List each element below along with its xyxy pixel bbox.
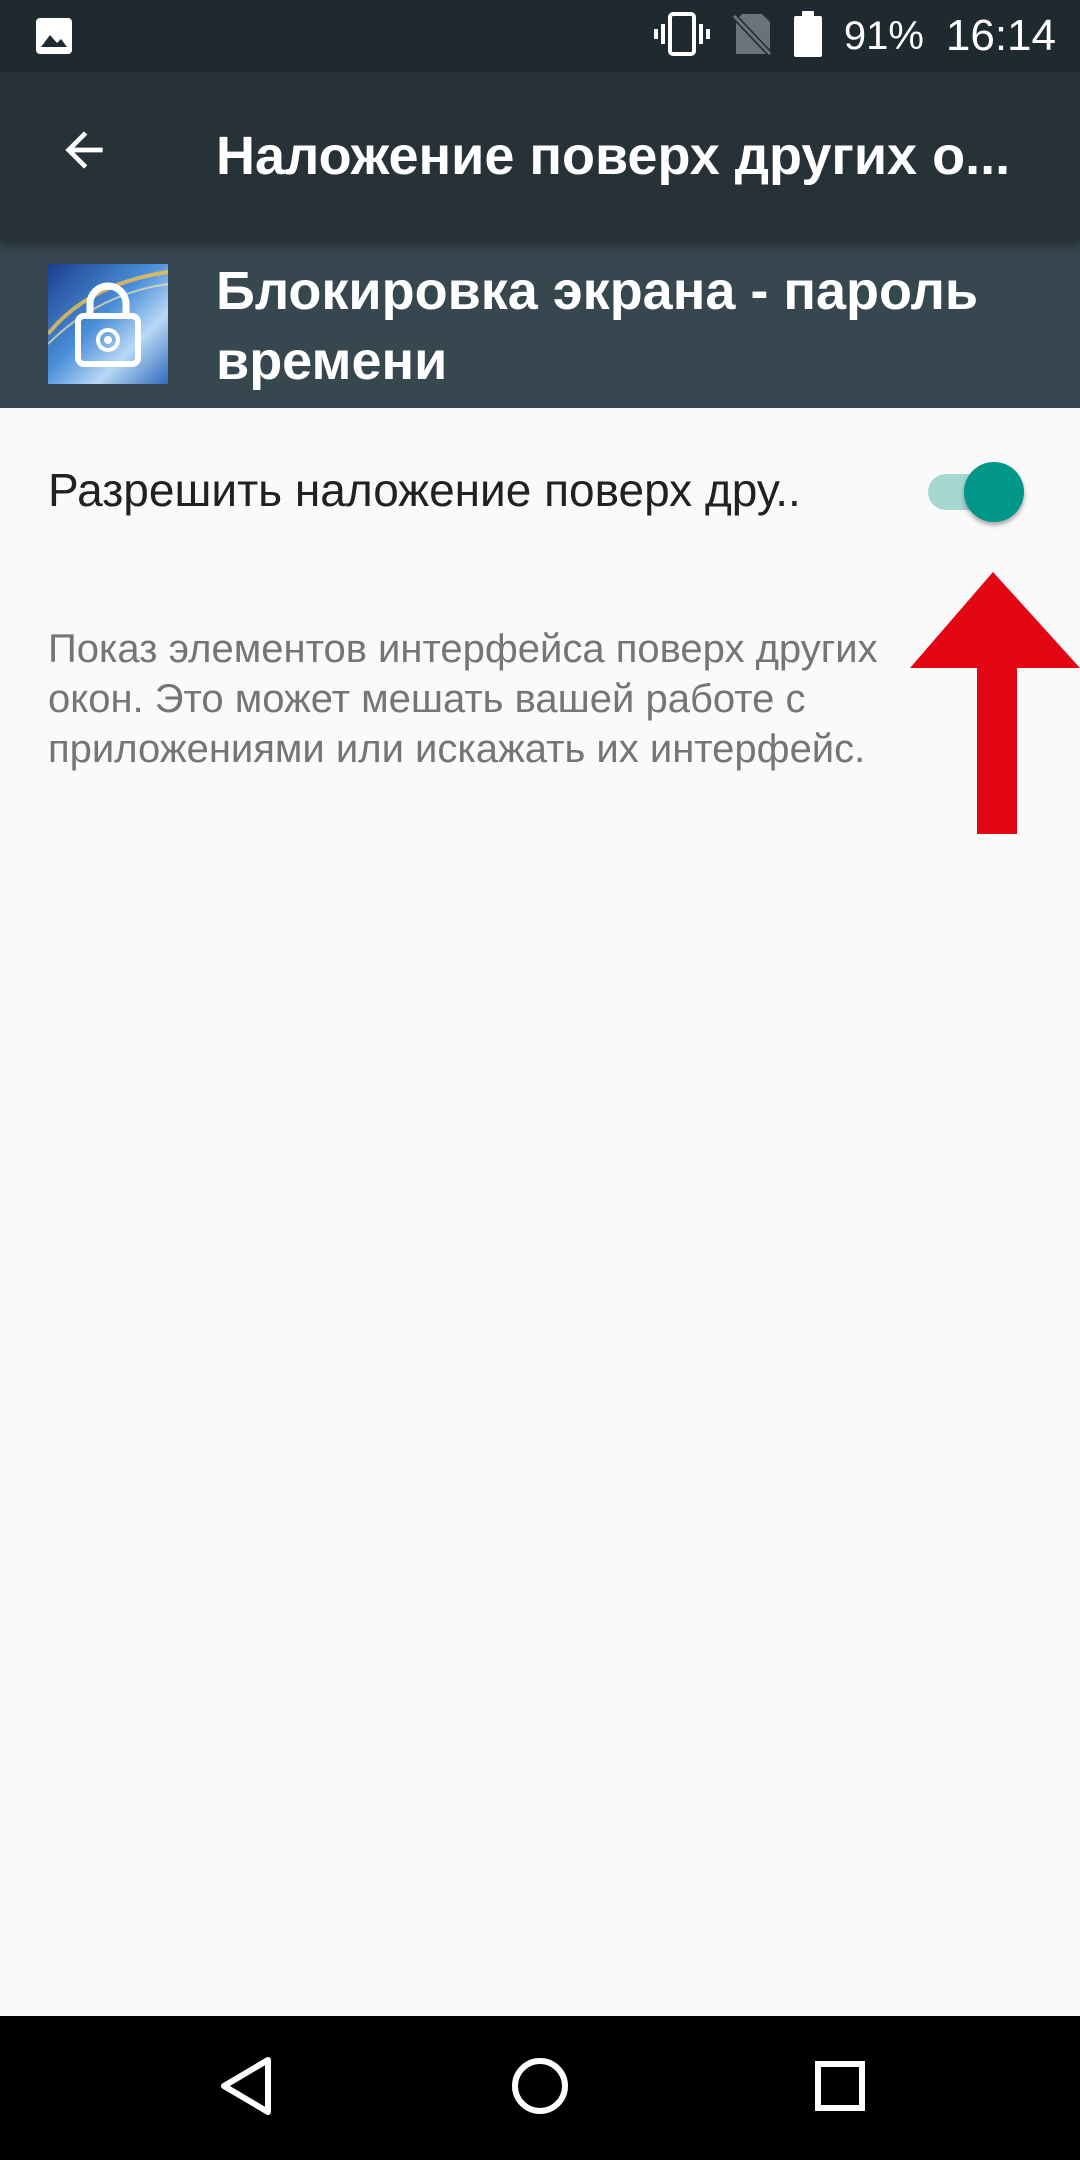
- battery-icon: [793, 10, 822, 62]
- image-notification-icon: [36, 18, 72, 59]
- app-header: Блокировка экрана - пароль времени: [0, 240, 1080, 408]
- vibrate-icon: [653, 11, 710, 61]
- lock-app-icon: [46, 264, 169, 384]
- status-bar: 91% 16:14: [0, 0, 1080, 72]
- overlay-toggle[interactable]: [924, 462, 1024, 522]
- nav-home-button[interactable]: [490, 2038, 590, 2138]
- recents-square-icon: [814, 2060, 866, 2117]
- app-name: Блокировка экрана - пароль времени: [216, 261, 979, 391]
- battery-percent: 91%: [843, 13, 924, 58]
- allow-overlay-setting[interactable]: Разрешить наложение поверх дру..: [0, 408, 1080, 572]
- red-arrow-annotation: [906, 572, 1080, 834]
- back-button[interactable]: [44, 112, 124, 192]
- status-time: 16:14: [945, 11, 1056, 60]
- home-circle-icon: [510, 2056, 570, 2121]
- setting-summary: Показ элементов интерфейса поверх других…: [48, 627, 878, 771]
- page-title: Наложение поверх других о...: [216, 126, 1011, 186]
- arrow-back-icon: [56, 122, 112, 183]
- status-icons: 91% 16:14: [653, 0, 1056, 72]
- nav-recents-button[interactable]: [790, 2038, 890, 2138]
- nav-back-button[interactable]: [196, 2038, 296, 2138]
- no-sim-icon: [731, 12, 773, 61]
- app-bar: Наложение поверх других о...: [0, 72, 1080, 240]
- back-triangle-icon: [218, 2056, 274, 2121]
- toggle-thumb: [964, 462, 1024, 522]
- navigation-bar: [0, 2016, 1080, 2160]
- setting-title: Разрешить наложение поверх дру..: [48, 464, 801, 516]
